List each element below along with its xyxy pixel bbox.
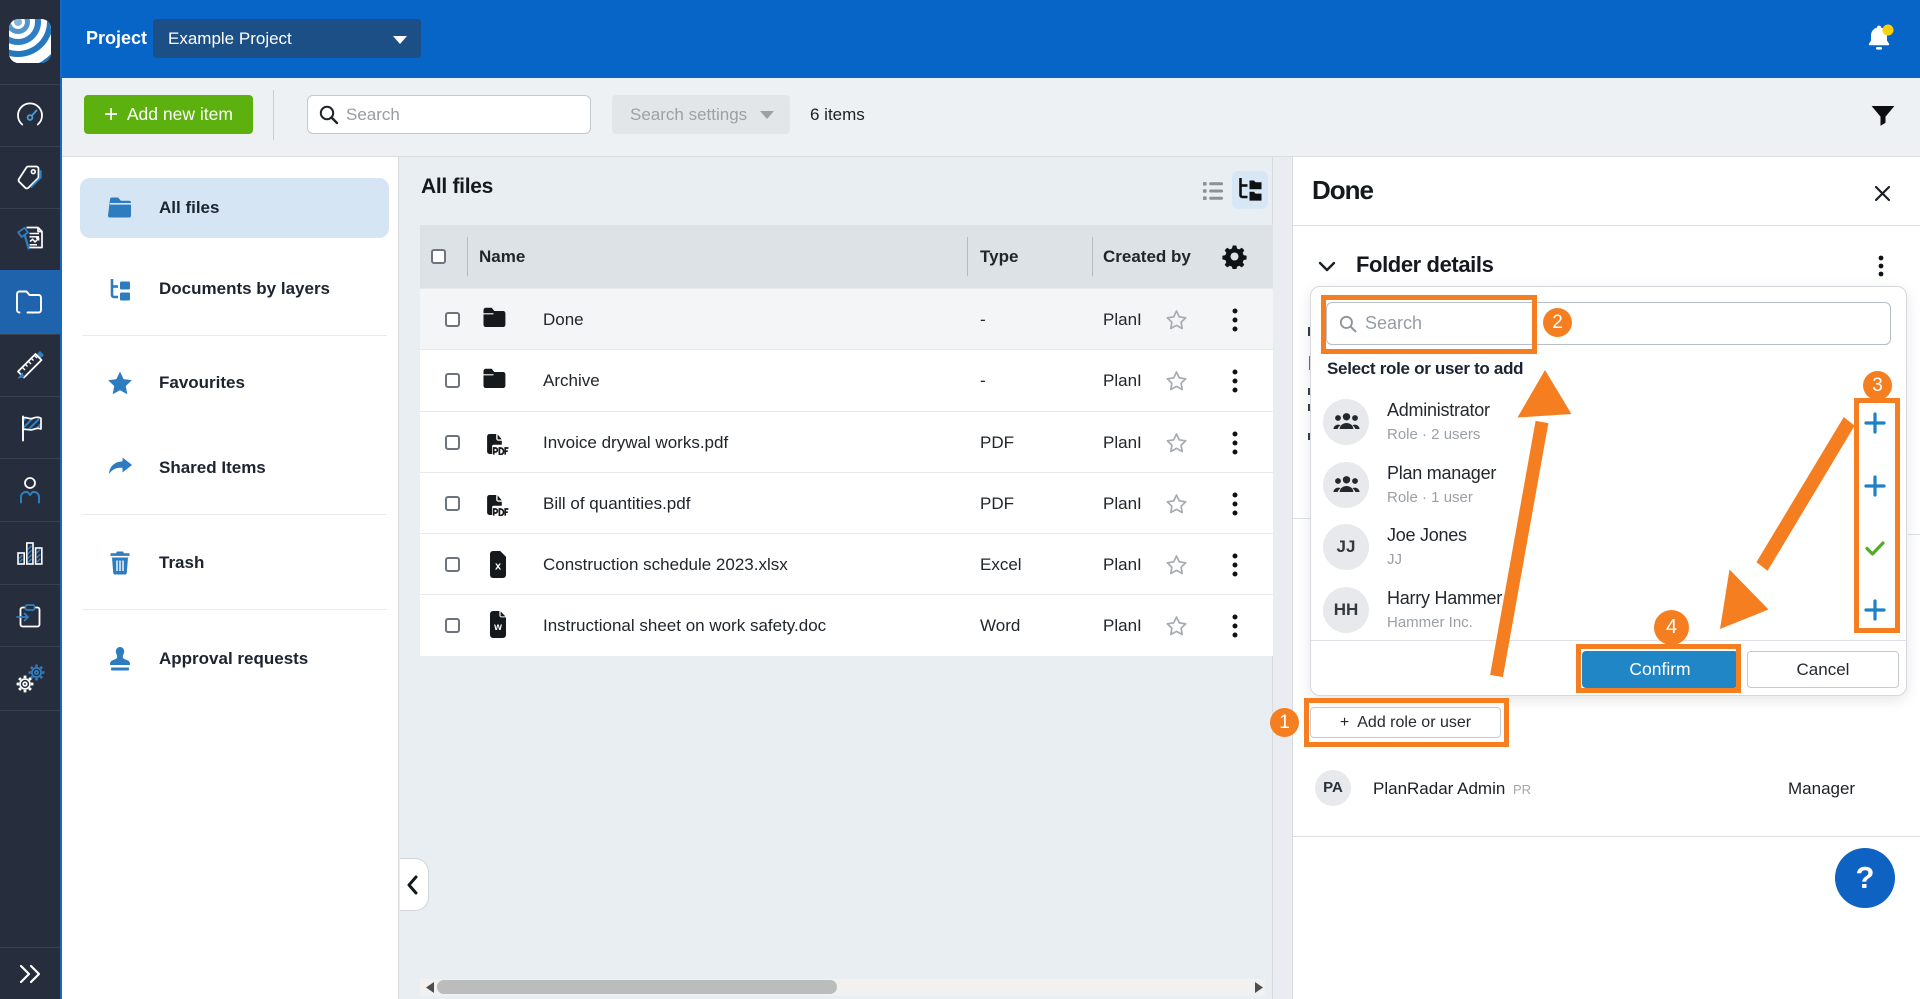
- svg-text:w: w: [493, 622, 502, 633]
- svg-text:x: x: [495, 561, 502, 573]
